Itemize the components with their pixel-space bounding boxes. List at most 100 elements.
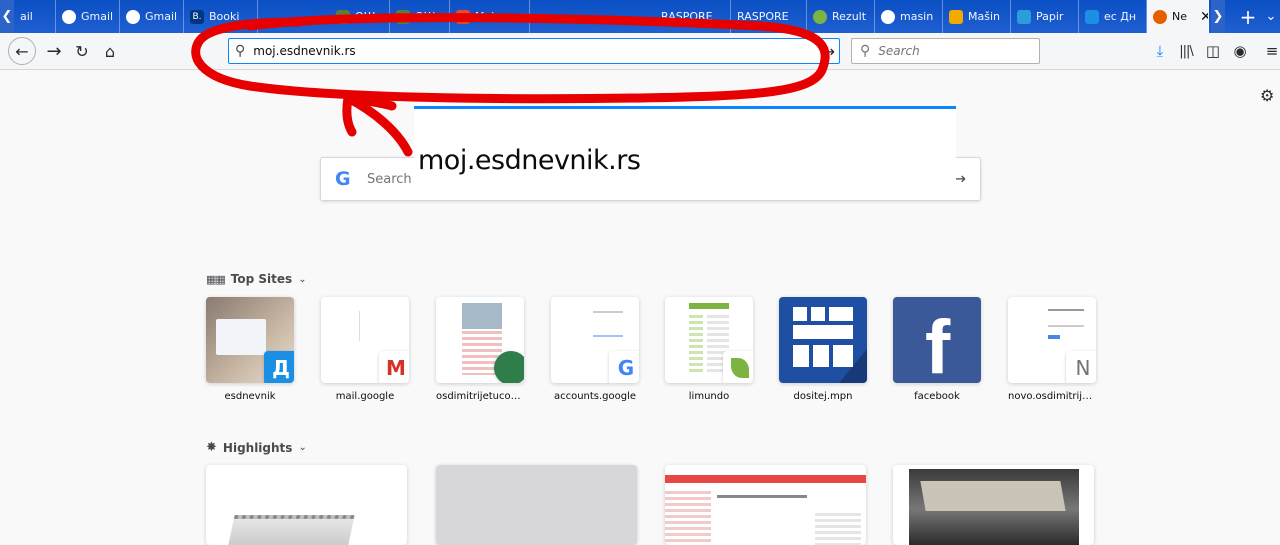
paper-icon: [1017, 9, 1031, 24]
tile-label: novo.osdimitrije...: [1008, 391, 1096, 402]
google-icon: G: [335, 168, 351, 190]
top-site-tile[interactable]: dositej.mpn: [779, 297, 867, 402]
tab[interactable]: ОШ: [390, 0, 450, 33]
tab[interactable]: Gmail: [56, 0, 120, 33]
url-autocomplete-popup[interactable]: moj.esdnevnik.rs: [414, 106, 956, 193]
top-sites-header[interactable]: ▦▦ Top Sites ⌄: [206, 272, 307, 286]
new-tab-button[interactable]: +: [1238, 0, 1258, 33]
tab-label: Booki: [209, 10, 240, 23]
tile-label: esdnevnik: [224, 391, 276, 402]
site-thumbnail: Д: [206, 297, 294, 383]
highlight-card[interactable]: [436, 465, 637, 545]
tab-label: Ne: [1172, 10, 1187, 23]
booking-icon: B.: [190, 9, 204, 24]
menu-icon[interactable]: ≡: [1262, 41, 1280, 61]
tab[interactable]: ОШ: [330, 0, 390, 33]
tab-label: ес Дн: [1104, 10, 1137, 23]
go-arrow-icon[interactable]: →: [822, 42, 835, 61]
top-site-tile[interactable]: N novo.osdimitrije...: [1008, 297, 1096, 402]
search-bar[interactable]: ⚲: [851, 38, 1040, 64]
esdnevnik-icon: Д: [264, 351, 294, 383]
search-input[interactable]: [876, 43, 1031, 59]
tab-label: Gmail: [81, 10, 114, 23]
limundo-leaf-icon: [723, 351, 753, 383]
gear-icon[interactable]: ⚙: [1260, 86, 1274, 105]
top-site-tile[interactable]: limundo: [665, 297, 753, 402]
highlights-header[interactable]: ✸ Highlights ⌄: [206, 440, 307, 455]
shop-page-thumbnail: [665, 475, 866, 483]
school-icon: [396, 9, 410, 24]
tab-strip: ❮ ail Gmail Gmail B. Booki ОШ ОШ Moj e R…: [0, 0, 1280, 33]
search-icon: ⚲: [235, 43, 246, 59]
site-thumbnail: [779, 297, 867, 383]
tile-label: facebook: [914, 391, 960, 402]
tab-active[interactable]: Ne ✕: [1147, 0, 1209, 33]
reload-icon: ↻: [75, 41, 89, 61]
close-tab-icon[interactable]: ✕: [1200, 9, 1208, 25]
site-thumbnail: [436, 297, 524, 383]
tab-label: ail: [20, 10, 33, 23]
url-bar[interactable]: ⚲ →: [228, 38, 840, 64]
results-icon: [813, 9, 827, 24]
top-site-tile[interactable]: G accounts.google: [551, 297, 639, 402]
back-button[interactable]: ←: [8, 37, 36, 65]
school-emblem-icon: [494, 351, 524, 383]
url-input[interactable]: [251, 43, 816, 59]
tab[interactable]: Mašin: [943, 0, 1011, 33]
tab-label: Gmail: [145, 10, 178, 23]
top-site-tile[interactable]: osdimitrijetucovic: [436, 297, 524, 402]
tab[interactable]: masin: [875, 0, 943, 33]
download-icon[interactable]: ⤓: [1150, 41, 1170, 61]
tab[interactable]: Moj e: [450, 0, 530, 33]
chevron-down-icon: ⌄: [298, 442, 307, 453]
chevron-down-icon: ⌄: [298, 273, 307, 285]
site-thumbnail: [665, 297, 753, 383]
tab-list-button[interactable]: ⌄: [1262, 0, 1280, 33]
tab[interactable]: Gmail: [120, 0, 184, 33]
mpn-logo-icon: [793, 307, 867, 383]
grid-icon: ▦▦: [206, 272, 226, 286]
tab-label: Papir: [1036, 10, 1064, 23]
letter-n-icon: N: [1066, 351, 1096, 383]
google-icon: [62, 9, 76, 24]
sidebar-icon[interactable]: ◫: [1203, 41, 1223, 61]
home-button[interactable]: ⌂: [98, 37, 122, 65]
esdnevnik-icon: [456, 9, 470, 24]
tile-label: accounts.google: [553, 391, 637, 402]
red-annotation-scribble: [191, 13, 830, 157]
library-icon[interactable]: |||\: [1176, 41, 1196, 61]
tile-label: mail.google: [335, 391, 395, 402]
section-title: Top Sites: [230, 272, 293, 286]
tab[interactable]: RASPORE: [655, 0, 731, 33]
top-site-tile[interactable]: Д esdnevnik: [206, 297, 294, 402]
tile-label: osdimitrijetucovic: [436, 391, 524, 402]
firefox-icon: [1153, 9, 1167, 24]
top-site-tile[interactable]: f facebook: [893, 297, 981, 402]
highlight-card[interactable]: [665, 465, 866, 545]
school-icon: [336, 9, 350, 24]
esdnevnik-icon: [1085, 9, 1099, 24]
forward-button[interactable]: →: [42, 37, 66, 65]
gmail-icon: M: [379, 351, 409, 383]
site-thumbnail: f: [893, 297, 981, 383]
tile-label: dositej.mpn: [793, 391, 853, 402]
tab[interactable]: Rezult: [807, 0, 875, 33]
tab-scroll-left-button[interactable]: ❮: [0, 0, 14, 33]
machine-icon: [949, 9, 963, 24]
tab[interactable]: B. Booki: [184, 0, 258, 33]
tab-scroll-right-button[interactable]: ❯: [1211, 0, 1225, 33]
autocomplete-suggestion[interactable]: moj.esdnevnik.rs: [418, 145, 641, 176]
tab[interactable]: Papir: [1011, 0, 1079, 33]
reload-button[interactable]: ↻: [70, 37, 94, 65]
search-icon: ⚲: [860, 43, 871, 59]
account-icon[interactable]: ◉: [1230, 41, 1250, 61]
sparkle-icon: ✸: [206, 440, 217, 455]
home-icon: ⌂: [104, 41, 116, 61]
highlight-card[interactable]: [206, 465, 407, 545]
tab[interactable]: ail: [14, 0, 56, 33]
tab-label: masin: [900, 10, 934, 23]
highlight-card[interactable]: [893, 465, 1094, 545]
tab[interactable]: ес Дн: [1079, 0, 1147, 33]
top-site-tile[interactable]: M mail.google: [321, 297, 409, 402]
tab[interactable]: RASPORE: [731, 0, 807, 33]
